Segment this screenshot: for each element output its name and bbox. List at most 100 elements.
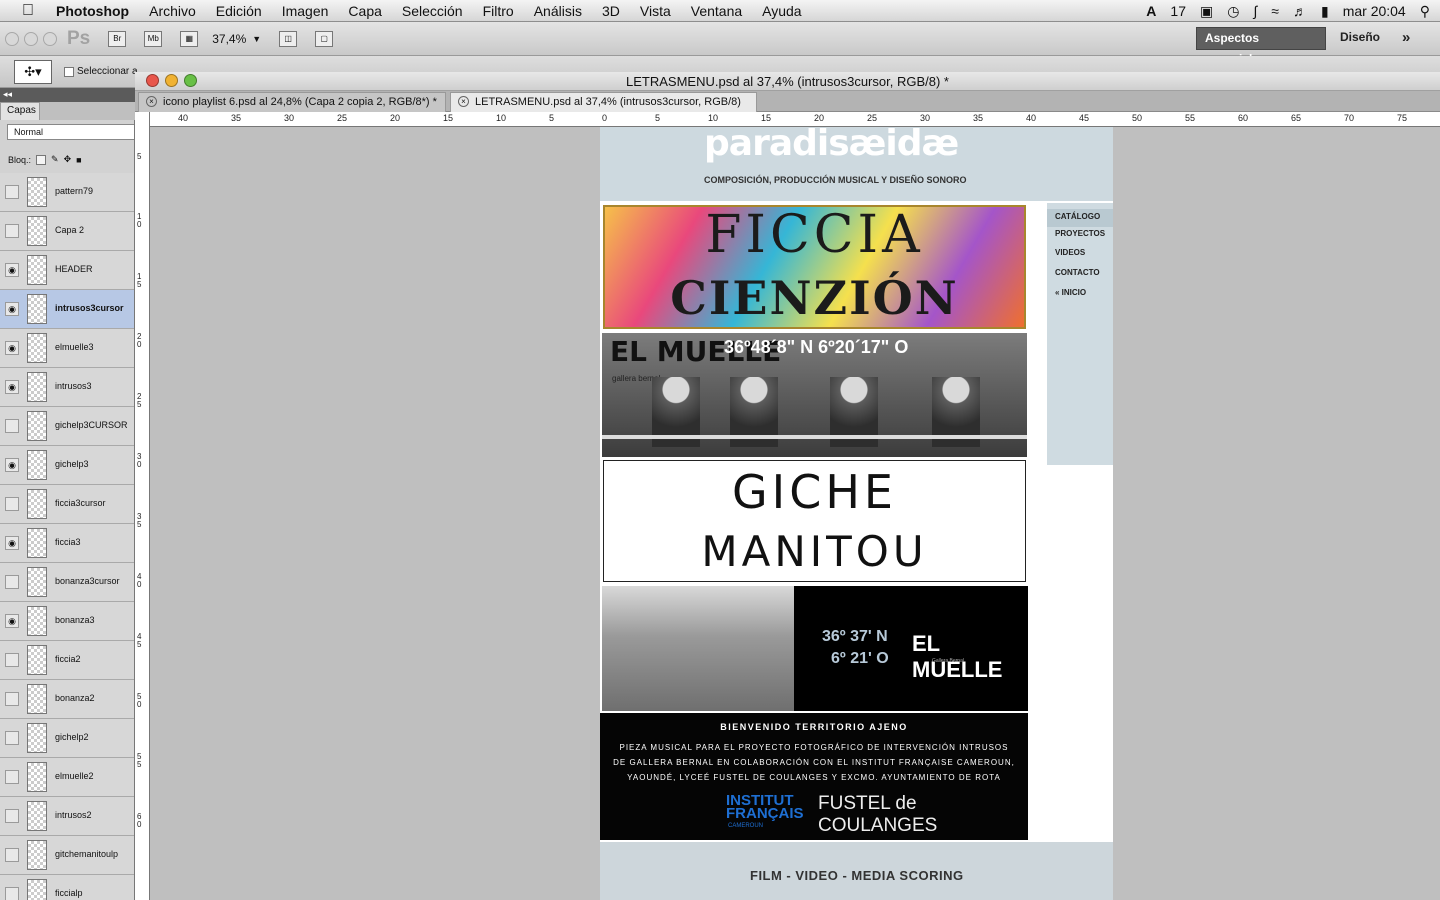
- menu-edicion[interactable]: Edición: [216, 3, 262, 19]
- bluetooth-icon[interactable]: ∫: [1253, 3, 1257, 19]
- ruler-tick-label: 5: [137, 152, 142, 161]
- menu-capa[interactable]: Capa: [348, 3, 381, 19]
- view-extras-button[interactable]: ▦: [180, 30, 199, 47]
- lock-pixels-icon[interactable]: ✎: [51, 154, 59, 165]
- layer-row[interactable]: ficcia2: [0, 641, 134, 680]
- visibility-toggle[interactable]: [5, 185, 19, 199]
- layer-row[interactable]: ◉ ficcia3: [0, 524, 134, 563]
- workspace-design-button[interactable]: Diseño: [1332, 27, 1388, 50]
- menu-analisis[interactable]: Análisis: [534, 3, 582, 19]
- layer-row[interactable]: gitchemanitoulp: [0, 836, 134, 875]
- site-tagline: COMPOSICIÓN, PRODUCCIÓN MUSICAL Y DISEÑO…: [704, 175, 967, 185]
- visibility-toggle[interactable]: [5, 653, 19, 667]
- layer-row[interactable]: ◉ gichelp3: [0, 446, 134, 485]
- layer-row[interactable]: ◉ intrusos3: [0, 368, 134, 407]
- visibility-toggle[interactable]: [5, 731, 19, 745]
- wifi-icon[interactable]: ≈: [1271, 3, 1279, 19]
- layer-row[interactable]: ◉ HEADER: [0, 251, 134, 290]
- layer-row[interactable]: ◉ intrusos3cursor: [0, 290, 134, 329]
- blend-mode-select[interactable]: Normal: [7, 124, 134, 140]
- display-icon[interactable]: ▣: [1200, 3, 1213, 20]
- eye-icon[interactable]: ◉: [5, 536, 19, 550]
- layer-row[interactable]: ficcia3cursor: [0, 485, 134, 524]
- autoselect-option[interactable]: Seleccionar a: [64, 66, 138, 77]
- menu-ventana[interactable]: Ventana: [691, 3, 742, 19]
- arrange-documents-button[interactable]: ◫: [279, 30, 298, 47]
- minimize-window-button[interactable]: [24, 31, 38, 46]
- visibility-toggle[interactable]: [5, 497, 19, 511]
- layer-row[interactable]: bonanza3cursor: [0, 563, 134, 602]
- close-icon[interactable]: ×: [146, 96, 157, 107]
- close-icon[interactable]: ×: [458, 96, 469, 107]
- eye-icon[interactable]: ◉: [5, 614, 19, 628]
- eye-icon[interactable]: ◉: [5, 263, 19, 277]
- eye-icon[interactable]: ◉: [5, 302, 19, 316]
- visibility-toggle[interactable]: [5, 770, 19, 784]
- doc-close-button[interactable]: [146, 74, 159, 87]
- menu-archivo[interactable]: Archivo: [149, 3, 196, 19]
- lock-all-icon[interactable]: ■: [76, 155, 81, 165]
- panel-header[interactable]: ◂◂: [0, 88, 135, 102]
- layer-row[interactable]: pattern79: [0, 173, 134, 212]
- lock-position-icon[interactable]: ✥: [64, 154, 72, 165]
- layer-row[interactable]: bonanza2: [0, 680, 134, 719]
- visibility-toggle[interactable]: [5, 809, 19, 823]
- lycee-fustel-logo: FUSTEL de COULANGES: [818, 793, 938, 836]
- document-tab-active[interactable]: × LETRASMENU.psd al 37,4% (intrusos3curs…: [450, 92, 757, 127]
- horizontal-ruler[interactable]: 40 35 30 25 20 15 10 5 0 5 10 15 20 25 30 35 40 45 50 55 60 6…: [150, 112, 1440, 127]
- layer-row[interactable]: gichelp3CURSOR: [0, 407, 134, 446]
- app-menu[interactable]: Photoshop: [56, 3, 129, 19]
- menu-ayuda[interactable]: Ayuda: [762, 3, 801, 19]
- chevron-down-icon[interactable]: ▼: [252, 34, 261, 44]
- doc-zoom-button[interactable]: [184, 74, 197, 87]
- apple-icon[interactable]: : [0, 2, 56, 20]
- screen-mode-button[interactable]: ▢: [315, 30, 334, 47]
- layer-row[interactable]: ficcialp: [0, 875, 134, 900]
- layer-row[interactable]: Capa 2: [0, 212, 134, 251]
- menu-3d[interactable]: 3D: [602, 3, 620, 19]
- menu-imagen[interactable]: Imagen: [282, 3, 329, 19]
- adobe-icon[interactable]: A: [1146, 3, 1156, 19]
- visibility-toggle[interactable]: [5, 224, 19, 238]
- timemachine-icon[interactable]: ◷: [1227, 3, 1239, 20]
- bridge-button[interactable]: Br: [108, 30, 127, 47]
- vertical-ruler[interactable]: 5 1 0 1 5 2 0 2 5 3 0 3 5 4 0 4 5 5 0 5 5 6 0: [135, 112, 150, 900]
- document-canvas[interactable]: paradisæidæ COMPOSICIÓN, PRODUCCIÓN MUSI…: [600, 127, 1113, 900]
- visibility-toggle[interactable]: [5, 419, 19, 433]
- tab-layers[interactable]: Capas: [0, 102, 40, 120]
- layer-name: intrusos3: [55, 381, 92, 391]
- zoom-level[interactable]: 37,4%: [212, 32, 246, 46]
- close-window-button[interactable]: [5, 31, 19, 46]
- eye-icon[interactable]: ◉: [5, 380, 19, 394]
- workspace-essentials-button[interactable]: Aspectos esenciales: [1196, 27, 1326, 66]
- eye-icon[interactable]: ◉: [5, 458, 19, 472]
- layer-row[interactable]: elmuelle2: [0, 758, 134, 797]
- doc-minimize-button[interactable]: [165, 74, 178, 87]
- collapse-icon[interactable]: ◂◂: [3, 89, 12, 99]
- menu-vista[interactable]: Vista: [640, 3, 671, 19]
- ps-logo: Ps: [67, 27, 91, 49]
- visibility-toggle[interactable]: [5, 692, 19, 706]
- visibility-toggle[interactable]: [5, 575, 19, 589]
- visibility-toggle[interactable]: [5, 887, 19, 900]
- menu-filtro[interactable]: Filtro: [483, 3, 514, 19]
- visibility-toggle[interactable]: [5, 848, 19, 862]
- layer-row[interactable]: ◉ bonanza3: [0, 602, 134, 641]
- ruler-tick-label: 5: [549, 113, 555, 123]
- menu-seleccion[interactable]: Selección: [402, 3, 463, 19]
- lock-transparency-icon[interactable]: [36, 154, 47, 165]
- minibridge-button[interactable]: Mb: [144, 30, 163, 47]
- clock[interactable]: mar 20:04: [1343, 3, 1406, 19]
- battery-icon[interactable]: ▮: [1321, 3, 1329, 20]
- layer-row[interactable]: gichelp2: [0, 719, 134, 758]
- layer-row[interactable]: ◉ elmuelle3: [0, 329, 134, 368]
- move-tool-preset-button[interactable]: ✣▾: [14, 60, 52, 84]
- spotlight-icon[interactable]: ⚲: [1420, 3, 1430, 20]
- zoom-window-button[interactable]: [43, 31, 57, 46]
- document-tab[interactable]: × icono playlist 6.psd al 24,8% (Capa 2 …: [138, 92, 446, 112]
- more-workspaces-button[interactable]: »: [1394, 27, 1418, 50]
- autoselect-checkbox[interactable]: [64, 66, 74, 77]
- eye-icon[interactable]: ◉: [5, 341, 19, 355]
- layer-row[interactable]: intrusos2: [0, 797, 134, 836]
- volume-icon[interactable]: ♬: [1293, 3, 1307, 19]
